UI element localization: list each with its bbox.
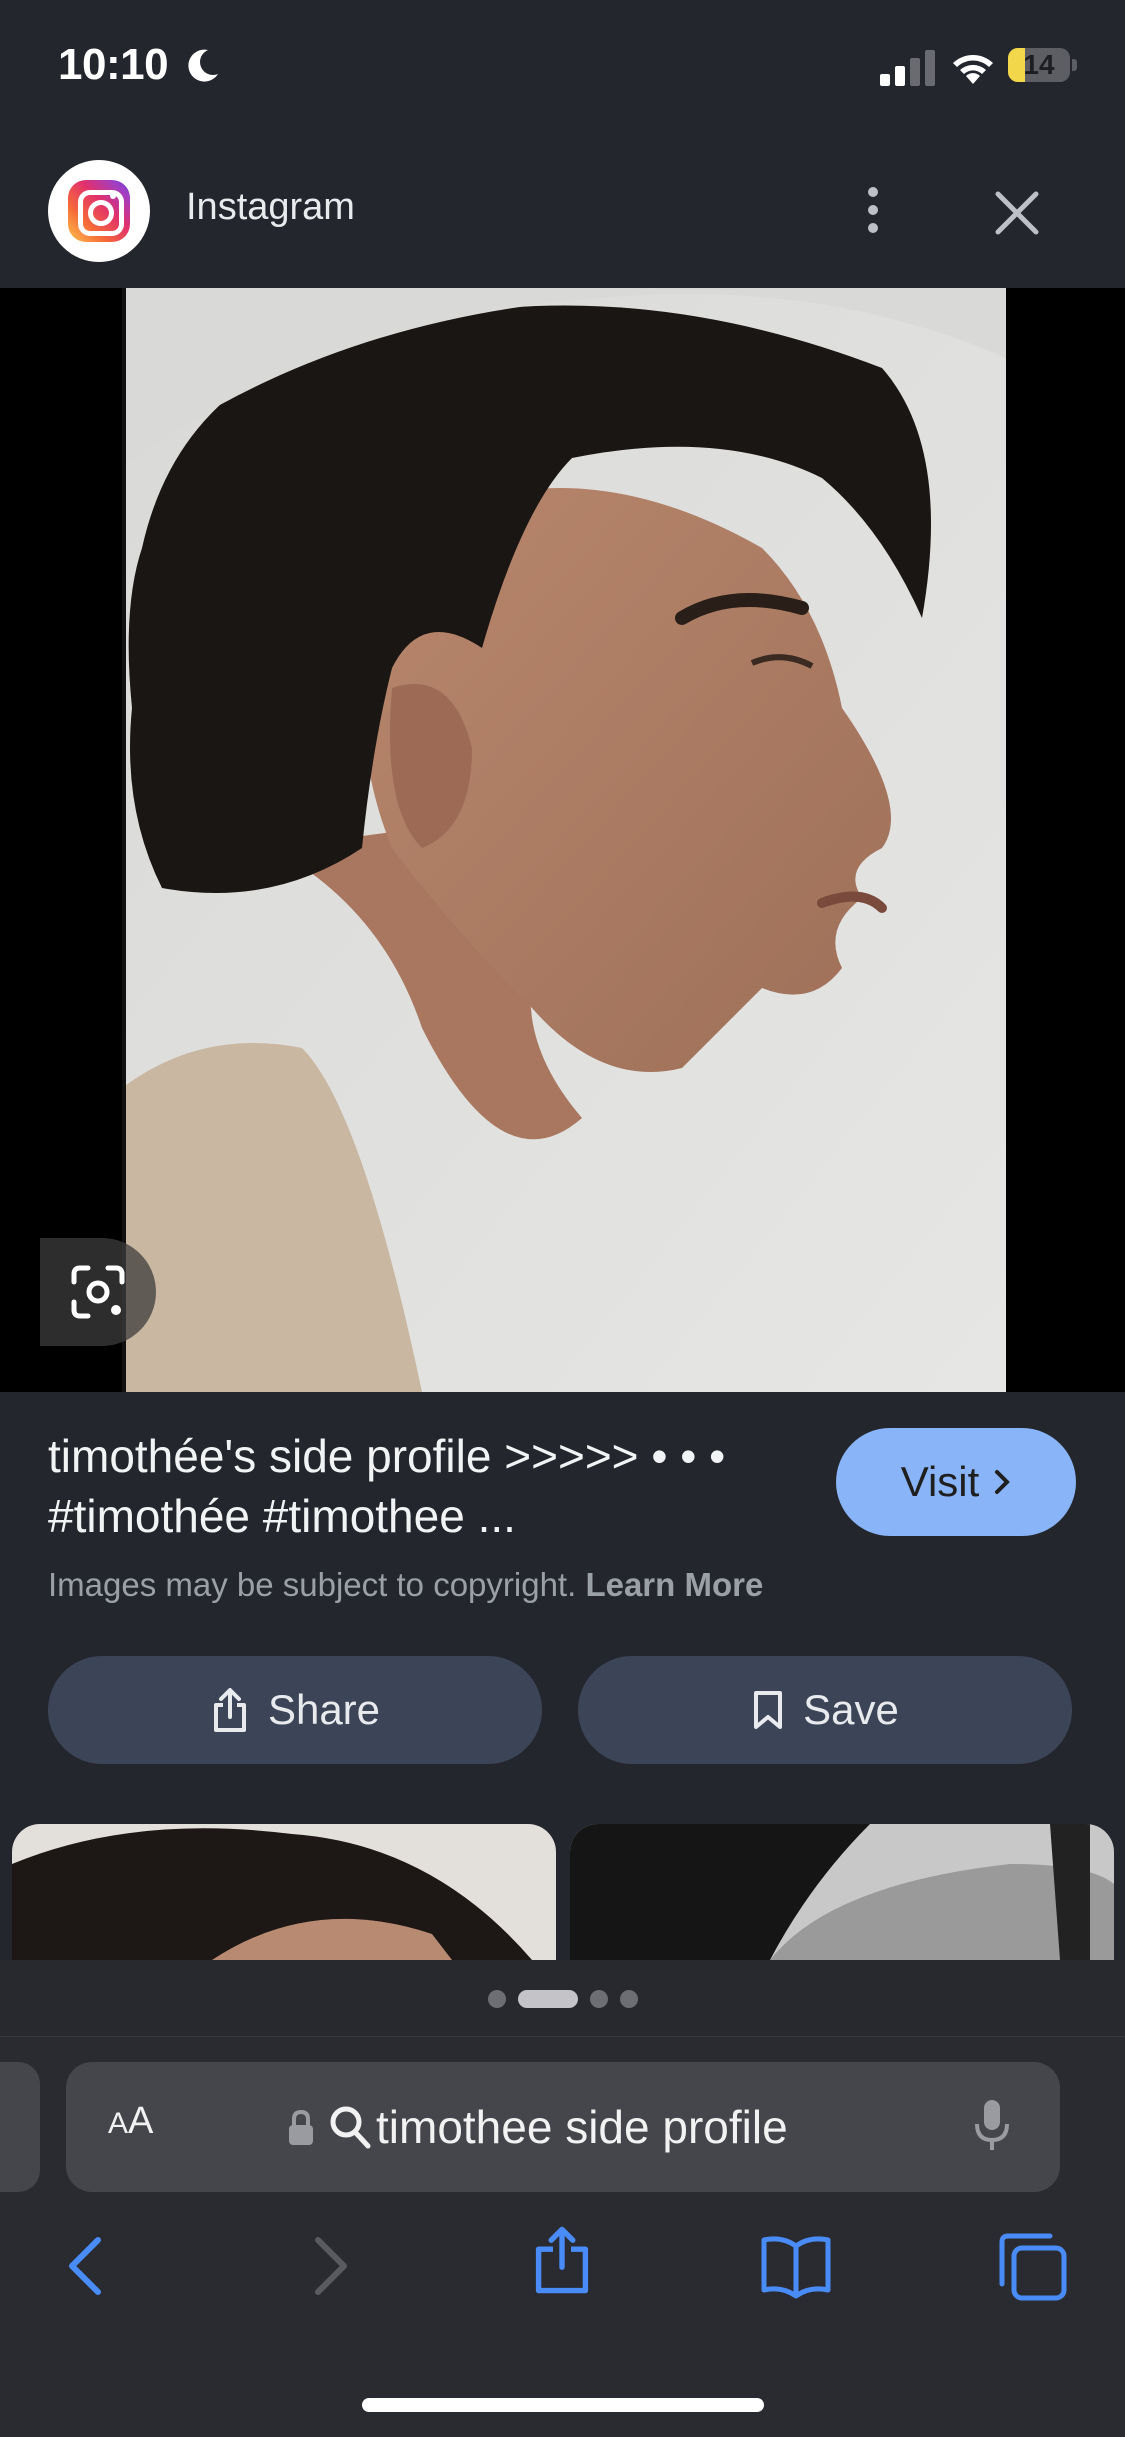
share-page-button[interactable] <box>526 2224 598 2296</box>
source-avatar[interactable] <box>48 160 150 262</box>
result-caption[interactable]: timothée's side profile >>>>> • • • #tim… <box>48 1426 808 1546</box>
caption-line-1: timothée's side profile >>>>> • • • <box>48 1430 726 1482</box>
share-button[interactable]: Share <box>48 1656 542 1764</box>
learn-more-link[interactable]: Learn More <box>585 1566 763 1603</box>
battery-level: 14 <box>1023 49 1055 80</box>
forward-button[interactable] <box>292 2230 364 2302</box>
more-options-icon[interactable] <box>858 180 888 240</box>
share-icon <box>213 1688 246 1732</box>
page-indicator[interactable] <box>488 1990 638 2008</box>
save-button[interactable]: Save <box>578 1656 1072 1764</box>
bookmark-icon <box>754 1691 783 1729</box>
copyright-notice: Images may be subject to copyright. Lear… <box>48 1566 763 1604</box>
page-dot[interactable] <box>620 1990 638 2008</box>
close-icon[interactable] <box>990 186 1044 240</box>
page-dot-active[interactable] <box>518 1990 578 2008</box>
microphone-icon[interactable] <box>972 2096 1012 2156</box>
search-icon <box>330 2106 371 2149</box>
aa-large: A <box>128 2100 154 2142</box>
bookmarks-button[interactable] <box>760 2230 832 2302</box>
lens-search-button[interactable] <box>40 1238 156 1346</box>
tabs-overview-button[interactable] <box>996 2230 1068 2302</box>
share-label: Share <box>267 1686 381 1733</box>
status-time: 10:10 <box>58 40 169 89</box>
related-image-2[interactable] <box>570 1824 1114 1960</box>
previous-tab-preview[interactable] <box>0 2062 40 2192</box>
search-query[interactable]: timothee side profile <box>376 2100 788 2154</box>
visit-button[interactable]: Visit <box>836 1428 1076 1536</box>
battery-indicator: 14 <box>1008 48 1078 84</box>
instagram-logo-icon <box>68 180 130 242</box>
save-label: Save <box>803 1686 899 1733</box>
chevron-right-icon <box>995 1470 1011 1494</box>
back-button[interactable] <box>52 2230 124 2302</box>
wifi-icon <box>953 55 993 84</box>
aa-small: A <box>108 2107 129 2140</box>
page-dot[interactable] <box>590 1990 608 2008</box>
caption-line-2: #timothée #timothee ... <box>48 1490 516 1542</box>
related-image-1[interactable] <box>12 1824 556 1960</box>
source-name[interactable]: Instagram <box>186 186 355 229</box>
page-dot[interactable] <box>488 1990 506 2008</box>
copyright-text: Images may be subject to copyright. <box>48 1566 577 1603</box>
visit-label: Visit <box>900 1458 980 1505</box>
cellular-signal-icon <box>880 50 935 86</box>
camera-search-icon <box>71 1265 125 1319</box>
home-indicator <box>362 2398 764 2412</box>
reader-options-button[interactable]: AA <box>108 2100 153 2143</box>
result-image[interactable] <box>122 288 1006 1392</box>
lock-icon <box>289 2109 313 2145</box>
moon-icon <box>188 49 218 82</box>
